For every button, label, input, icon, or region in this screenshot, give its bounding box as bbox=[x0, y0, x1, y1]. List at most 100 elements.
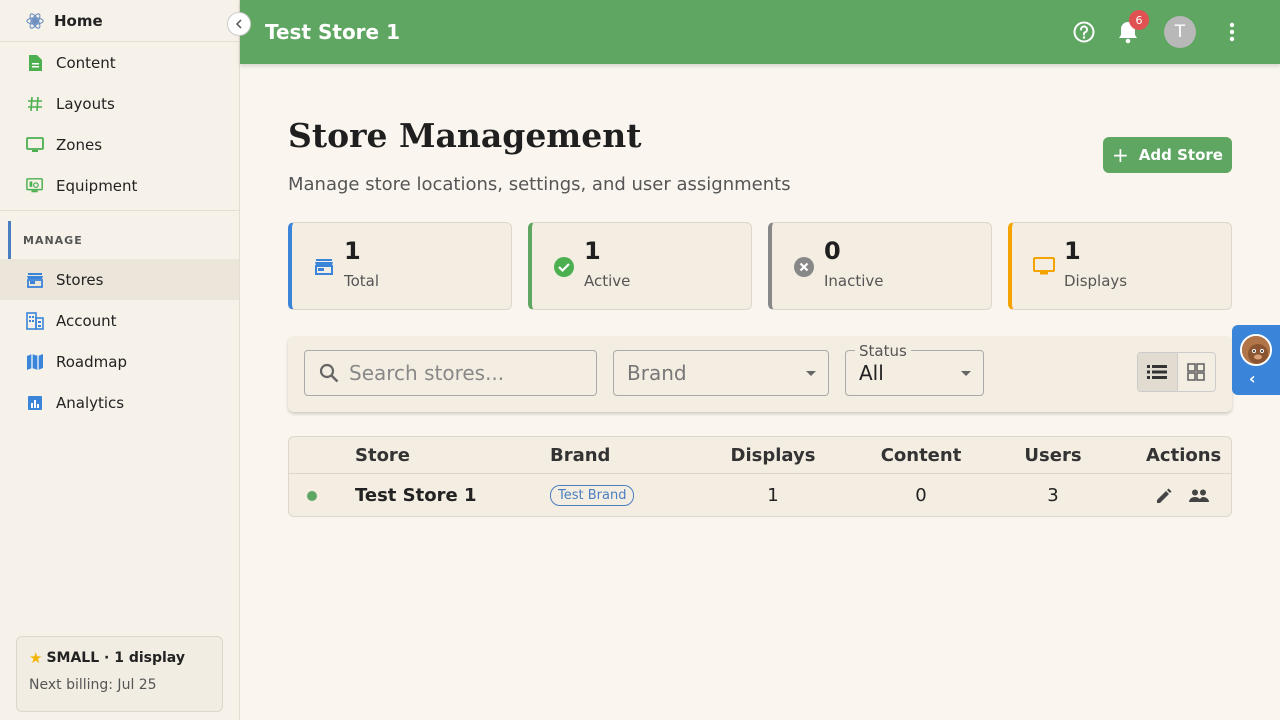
stat-value: 0 bbox=[824, 237, 841, 265]
edit-button[interactable] bbox=[1155, 474, 1173, 517]
list-view-button[interactable] bbox=[1138, 353, 1177, 391]
plus-icon: + bbox=[1112, 143, 1129, 167]
map-icon bbox=[26, 353, 44, 371]
store-title: Test Store 1 bbox=[265, 20, 400, 44]
document-icon bbox=[26, 54, 44, 72]
cancel-circle-icon bbox=[792, 255, 816, 279]
content-count: 0 bbox=[915, 485, 927, 506]
sidebar-item-layouts[interactable]: Layouts bbox=[0, 83, 239, 124]
stat-label: Displays bbox=[1064, 272, 1128, 290]
column-header-displays[interactable]: Displays bbox=[713, 437, 833, 473]
sidebar-item-label: Roadmap bbox=[56, 352, 127, 371]
sidebar-item-label: Stores bbox=[56, 270, 104, 289]
main-content: Store Management Manage store locations,… bbox=[240, 64, 1280, 720]
stores-table: Store Brand Displays Content Users Actio… bbox=[288, 436, 1232, 517]
stat-label: Inactive bbox=[824, 272, 884, 290]
top-app-bar: Test Store 1 6 T bbox=[240, 0, 1280, 64]
chevron-left-icon bbox=[235, 19, 242, 29]
manage-users-button[interactable] bbox=[1188, 474, 1210, 517]
plan-billing: Next billing: Jul 25 bbox=[29, 677, 157, 693]
sidebar-item-label: Analytics bbox=[56, 393, 125, 412]
search-field[interactable] bbox=[304, 350, 597, 396]
brand-select-placeholder: Brand bbox=[627, 361, 687, 385]
stats-row: 1 Total 1 Active 0 Inactive 1 Displays bbox=[288, 222, 1232, 310]
column-header-content[interactable]: Content bbox=[861, 437, 981, 473]
more-menu-button[interactable] bbox=[1220, 20, 1244, 44]
stat-value: 1 bbox=[584, 237, 601, 265]
notifications-button[interactable]: 6 bbox=[1116, 10, 1149, 44]
sidebar-item-label: Equipment bbox=[56, 176, 138, 195]
page-subtitle: Manage store locations, settings, and us… bbox=[288, 174, 791, 195]
sidebar-item-equipment[interactable]: Equipment bbox=[0, 165, 239, 206]
assistant-avatar bbox=[1240, 334, 1272, 366]
sidebar-home-label: Home bbox=[54, 11, 103, 30]
stat-card-total: 1 Total bbox=[288, 222, 512, 310]
dropdown-arrow-icon bbox=[806, 371, 816, 376]
add-store-button[interactable]: + Add Store bbox=[1103, 137, 1232, 173]
stat-card-active: 1 Active bbox=[528, 222, 752, 310]
sidebar-section-manage: MANAGE bbox=[0, 221, 239, 259]
sidebar-item-home[interactable]: Home bbox=[0, 0, 239, 42]
search-icon bbox=[319, 363, 339, 383]
list-view-icon bbox=[1147, 365, 1168, 379]
stat-value: 1 bbox=[344, 237, 361, 265]
stat-label: Active bbox=[584, 272, 631, 290]
sidebar-item-content[interactable]: Content bbox=[0, 42, 239, 83]
sidebar-item-label: Zones bbox=[56, 135, 103, 154]
table-header: Store Brand Displays Content Users Actio… bbox=[289, 437, 1231, 474]
table-row[interactable]: Test Store 1 Test Brand 1 0 3 bbox=[289, 474, 1231, 517]
brand-cell: Test Brand bbox=[550, 474, 635, 517]
people-icon bbox=[1189, 489, 1209, 502]
star-icon: ★ bbox=[29, 649, 43, 667]
status-select-value: All bbox=[859, 361, 884, 385]
dropdown-arrow-icon bbox=[961, 371, 971, 376]
help-button[interactable] bbox=[1072, 20, 1096, 44]
store-name[interactable]: Test Store 1 bbox=[355, 474, 477, 517]
displays-count: 1 bbox=[767, 485, 779, 506]
plan-card: ★ SMALL · 1 display Next billing: Jul 25 bbox=[16, 636, 223, 712]
status-select-label: Status bbox=[855, 342, 911, 360]
status-select[interactable]: Status All bbox=[845, 342, 984, 396]
sidebar-item-account[interactable]: Account bbox=[0, 300, 239, 341]
plan-title-row: ★ SMALL · 1 display bbox=[29, 649, 210, 667]
status-indicator bbox=[307, 474, 317, 517]
add-store-label: Add Store bbox=[1138, 146, 1223, 164]
collapse-sidebar-button[interactable] bbox=[227, 12, 251, 36]
stat-value: 1 bbox=[1064, 237, 1081, 265]
monitor-icon bbox=[1032, 255, 1056, 279]
sidebar-item-roadmap[interactable]: Roadmap bbox=[0, 341, 239, 382]
more-vert-icon bbox=[1229, 22, 1235, 42]
column-header-actions: Actions bbox=[1146, 444, 1222, 466]
store-icon bbox=[312, 255, 336, 279]
stat-label: Total bbox=[344, 272, 380, 290]
app-logo-icon bbox=[26, 12, 44, 30]
store-icon bbox=[26, 271, 44, 289]
sidebar-item-zones[interactable]: Zones bbox=[0, 124, 239, 165]
monitor-icon bbox=[26, 136, 44, 154]
building-icon bbox=[26, 311, 44, 330]
search-input[interactable] bbox=[349, 361, 569, 385]
users-count: 3 bbox=[1047, 485, 1059, 506]
sidebar: Home Content Layouts Zones Equipment MAN… bbox=[0, 0, 240, 720]
equipment-icon bbox=[26, 177, 44, 195]
edit-icon bbox=[1157, 488, 1172, 503]
sidebar-item-analytics[interactable]: Analytics bbox=[0, 382, 239, 423]
sidebar-item-label: Layouts bbox=[56, 94, 115, 113]
stat-card-inactive: 0 Inactive bbox=[768, 222, 992, 310]
sidebar-item-label: Content bbox=[56, 53, 116, 72]
grid-view-icon bbox=[1187, 363, 1206, 381]
grid-view-button[interactable] bbox=[1176, 353, 1216, 391]
page-title: Store Management bbox=[288, 116, 642, 155]
filter-bar: Brand Status All bbox=[288, 336, 1232, 412]
view-toggle bbox=[1137, 352, 1216, 392]
column-header-brand[interactable]: Brand bbox=[550, 437, 610, 473]
brand-select[interactable]: Brand bbox=[613, 350, 829, 396]
analytics-icon bbox=[26, 394, 44, 412]
help-icon bbox=[1073, 21, 1095, 43]
assistant-widget[interactable]: ‹ bbox=[1232, 325, 1280, 395]
column-header-store[interactable]: Store bbox=[355, 437, 410, 473]
column-header-users[interactable]: Users bbox=[993, 437, 1113, 473]
chevron-left-icon: ‹ bbox=[1249, 369, 1256, 388]
user-avatar[interactable]: T bbox=[1164, 16, 1196, 48]
sidebar-item-stores[interactable]: Stores bbox=[0, 259, 239, 300]
